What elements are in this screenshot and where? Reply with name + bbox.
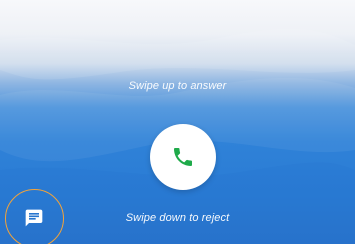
message-icon	[25, 209, 43, 227]
answer-call-button[interactable]	[150, 124, 216, 190]
swipe-up-hint: Swipe up to answer	[128, 80, 227, 92]
reply-with-message-button[interactable]	[22, 206, 46, 230]
incoming-call-screen: Swipe up to answer Swipe down to reject	[0, 0, 355, 244]
phone-icon	[174, 148, 192, 166]
